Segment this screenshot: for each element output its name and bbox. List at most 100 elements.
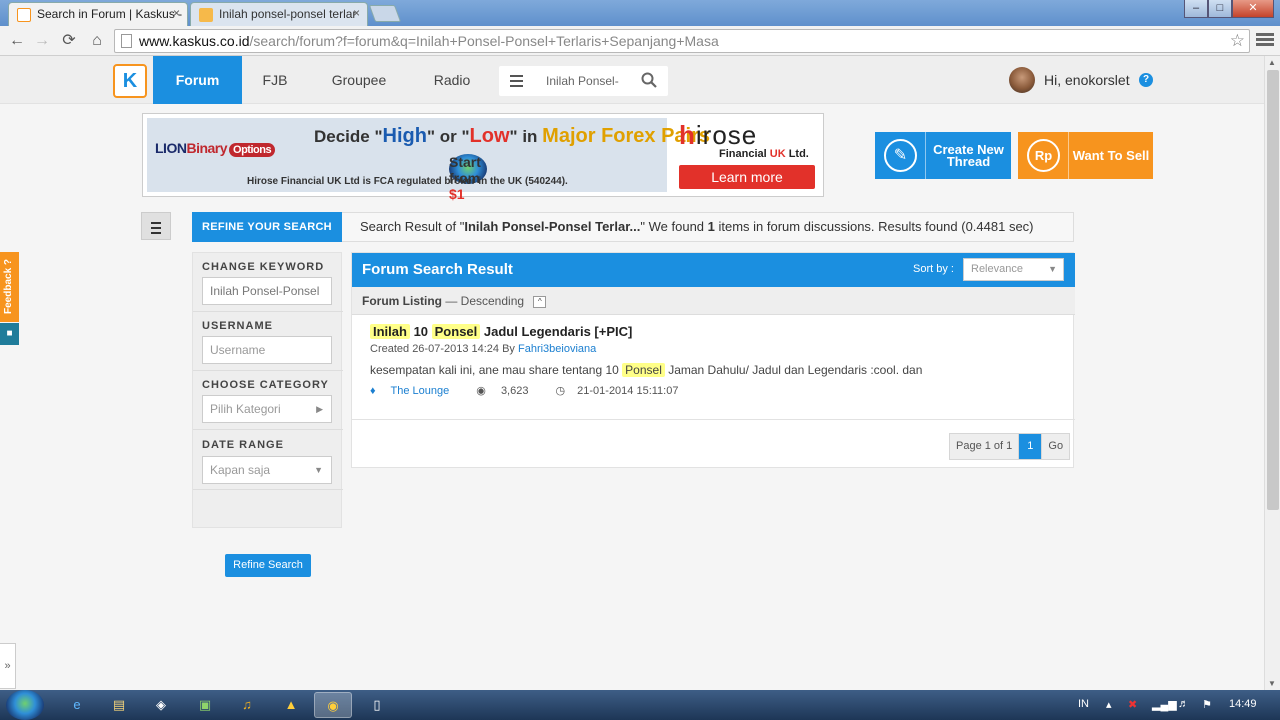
chrome-icon[interactable]: ◉ [314,692,352,718]
page-1-button[interactable]: 1 [1019,434,1043,459]
browser-toolbar: ← → ⟳ ⌂ www.kaskus.co.id/search/forum?f=… [0,26,1280,56]
scroll-up-icon[interactable]: ▲ [1268,58,1276,67]
rupiah-icon: Rp [1018,132,1069,179]
nav-fjb[interactable]: FJB [252,56,298,104]
keyword-input[interactable]: Inilah Ponsel-Ponsel [202,277,332,305]
refine-search-tab[interactable]: REFINE YOUR SEARCH [192,212,342,242]
page-viewport: K Forum FJB Groupee Radio Inilah Ponsel-… [0,56,1264,690]
feedback-user-icon[interactable]: ■ [0,323,19,345]
scrollbar-thumb[interactable] [1267,70,1279,510]
thread-author-link[interactable]: Fahri3beioviana [518,343,596,355]
go-button[interactable]: Go [1042,434,1070,459]
category-section: CHOOSE CATEGORY Pilih Kategori ▶ [193,371,343,430]
expand-panel-icon[interactable]: » [0,643,16,689]
url-host: www.kaskus.co.id [139,33,250,49]
forum-listing-bar: Forum Listing — Descending ^ [352,287,1075,315]
app3-icon[interactable]: ▯ [358,692,396,718]
close-window-button[interactable]: ✕ [1232,0,1274,18]
feedback-tab[interactable]: Feedback ? [0,252,19,322]
media-icon[interactable]: ♫ [228,692,266,718]
tab-search-in-forum[interactable]: Search in Forum | Kaskus - × [8,2,188,26]
nav-forum[interactable]: Forum [153,56,242,104]
new-tab-button[interactable] [368,5,402,22]
site-header: K Forum FJB Groupee Radio Inilah Ponsel-… [0,56,1264,104]
app-icon[interactable]: ▣ [186,692,224,718]
app2-icon[interactable]: ▲ [272,692,310,718]
page-scrollbar[interactable]: ▲ ▼ [1264,56,1280,690]
network-icon[interactable]: ◈ [142,692,180,718]
signal-icon[interactable]: ▂▄▆ [1152,698,1177,711]
category-menu-icon[interactable] [510,75,523,90]
volume-icon[interactable]: ♬ [1178,698,1189,710]
results-header: Forum Search Result Sort by : Relevance ▼ [352,253,1075,287]
tab-close-icon[interactable]: × [173,6,180,20]
language-indicator[interactable]: IN [1078,698,1089,710]
chevron-right-icon: ▶ [316,404,323,414]
date-select[interactable]: Kapan saja ▼ [202,456,332,484]
minimize-button[interactable]: ‒ [1184,0,1208,18]
date-section: DATE RANGE Kapan saja ▼ [193,430,343,490]
start-button[interactable] [6,690,44,720]
chevron-down-icon: ▼ [1048,264,1057,274]
category-select[interactable]: Pilih Kategori ▶ [202,395,332,423]
action-center-icon[interactable]: ⚑ [1202,698,1212,711]
thread-title[interactable]: Inilah 10 Ponsel Jadul Legendaris [+PIC] [370,324,632,339]
sidebar-toggle-icon[interactable] [141,212,171,240]
refine-search-button[interactable]: Refine Search [225,554,311,577]
system-tray: IN ▴ ✖ ▂▄▆ ♬ ⚑ 14:49 [1040,690,1280,720]
tab-title: Search in Forum | Kaskus - [37,7,183,21]
ad-left-panel: LIONBinary Options Decide "High" or "Low"… [147,118,710,202]
back-icon[interactable]: ← [6,30,28,52]
username-section: USERNAME Username [193,312,343,371]
avatar[interactable] [1009,67,1035,93]
keyword-label: CHANGE KEYWORD [202,261,325,273]
search-icon[interactable] [641,72,657,88]
thread-meta: Created 26-07-2013 14:24 By Fahri3beiovi… [370,343,597,355]
want-to-sell-button[interactable]: Rp Want To Sell [1018,132,1153,179]
ie-icon[interactable]: e [58,692,96,718]
learn-more-button[interactable]: Learn more [679,165,815,189]
sort-select[interactable]: Relevance ▼ [963,258,1064,281]
maximize-button[interactable]: □ [1208,0,1232,18]
url-path: /search/forum?f=forum&q=Inilah+Ponsel-Po… [249,33,719,49]
eye-icon: ◉ [476,385,486,397]
chrome-menu-icon[interactable] [1256,31,1274,49]
reload-icon[interactable]: ⟳ [58,30,80,52]
scroll-down-icon[interactable]: ▼ [1268,679,1276,688]
clock[interactable]: 14:49 [1229,698,1257,710]
kaskus-logo[interactable]: K [113,64,147,98]
tab-title: Inilah ponsel-ponsel terlar [219,7,357,21]
username-label: USERNAME [202,320,273,332]
username-input[interactable]: Username [202,336,332,364]
tab-inilah-ponsel[interactable]: Inilah ponsel-ponsel terlar × [190,2,368,26]
forward-icon[interactable]: → [31,30,53,52]
nav-groupee[interactable]: Groupee [321,56,397,104]
nav-radio[interactable]: Radio [424,56,480,104]
collapse-icon[interactable]: ^ [533,295,547,308]
ad-banner[interactable]: LIONBinary Options Decide "High" or "Low"… [142,113,824,202]
header-search[interactable]: Inilah Ponsel- [499,66,668,96]
create-thread-button[interactable]: ✎ Create New Thread [875,132,1011,179]
page-icon [121,34,132,48]
results-title: Forum Search Result [362,261,513,278]
kaskus-favicon-icon [17,8,31,22]
tab-close-icon[interactable]: × [353,6,360,20]
network-error-icon[interactable]: ✖ [1128,698,1137,711]
lion-binary-logo: LIONBinary Options [155,140,276,157]
ad-headline: Decide "High" or "Low" in Major Forex Pa… [314,125,711,147]
page-info: Page 1 of 1 [950,434,1020,459]
home-icon[interactable]: ⌂ [86,30,108,52]
ad-fine-print: Hirose Financial UK Ltd is FCA regulated… [247,176,568,187]
user-greeting[interactable]: Hi, enokorslet [1044,72,1130,88]
thread-footer: ♦ The Lounge ◉ 3,623 ◷ 21-01-2014 15:11:0… [370,384,702,397]
category-link[interactable]: ♦ The Lounge [370,385,461,397]
address-bar[interactable]: www.kaskus.co.id/search/forum?f=forum&q=… [114,29,1250,53]
date-label: DATE RANGE [202,439,284,451]
chevron-down-icon: ▼ [314,465,323,475]
tray-expand-icon[interactable]: ▴ [1106,698,1112,711]
help-icon[interactable]: ? [1139,73,1153,87]
bookmark-star-icon[interactable]: ☆ [1230,30,1245,52]
header-search-input[interactable]: Inilah Ponsel- [546,74,619,88]
explorer-icon[interactable]: ▤ [100,692,138,718]
hirose-subtitle: Financial UK Ltd. [719,148,809,160]
